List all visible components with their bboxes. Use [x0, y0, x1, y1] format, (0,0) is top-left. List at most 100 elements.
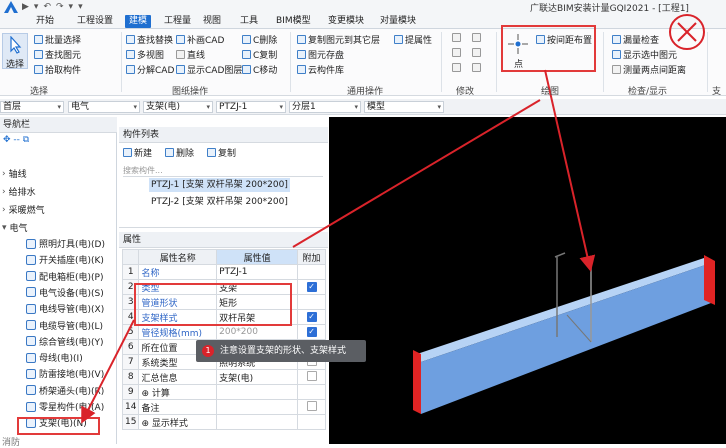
nav-item[interactable]: 防雷接地(电)(V): [26, 367, 104, 380]
property-name: 备注: [138, 399, 218, 415]
cad-tool-a0[interactable]: 查找替换: [126, 33, 173, 46]
quick-access-item[interactable]: ▾: [69, 2, 74, 12]
cad-tool-c0[interactable]: C删除: [242, 33, 277, 46]
close-circle-icon[interactable]: [669, 14, 705, 50]
property-row[interactable]: 5 管径规格(mm) 200*200 ✓: [121, 324, 326, 340]
select-button[interactable]: 选择: [2, 33, 28, 70]
nav-item[interactable]: 综合管线(电)(Y): [26, 335, 104, 348]
common-tool-a0[interactable]: 复制图元到其它层: [297, 33, 380, 46]
quick-access-item[interactable]: ↷: [56, 2, 64, 12]
component-item[interactable]: PTZJ-2 [支架 双杆吊架 200*200]: [149, 195, 290, 209]
dropdown-4[interactable]: 分层1 ▾: [289, 101, 361, 113]
component-toolbar-btn[interactable]: 复制: [207, 146, 236, 159]
component-item[interactable]: PTZJ-1 [支架 双杆吊架 200*200]: [149, 178, 290, 192]
nav-item[interactable]: 电气设备(电)(S): [26, 286, 104, 299]
dropdown-5[interactable]: 模型 ▾: [364, 101, 444, 113]
property-value[interactable]: PTZJ-1: [216, 264, 299, 280]
cad-tool-a2[interactable]: 分解CAD: [126, 63, 174, 76]
property-row[interactable]: 8 汇总信息 支架(电): [121, 369, 326, 385]
property-row[interactable]: 1 名称 PTZJ-1: [121, 264, 326, 280]
viewport-3d[interactable]: [329, 117, 726, 444]
cad-tool-c1[interactable]: C复制: [242, 48, 277, 61]
modify-tool-icon[interactable]: [452, 33, 461, 42]
common-tool-a2[interactable]: 云构件库: [297, 63, 344, 76]
nav-item[interactable]: 零星构件(电)(A): [26, 400, 104, 413]
quick-access-item[interactable]: ▶: [22, 2, 29, 12]
nav-tree-node[interactable]: › 轴线: [2, 167, 27, 181]
property-extra: [297, 369, 326, 385]
common-tool-a1[interactable]: 图元存盘: [297, 48, 344, 61]
chevron-right-icon: ›: [2, 186, 6, 197]
common-tool-b0[interactable]: 提属性: [394, 33, 432, 46]
dropdown-0[interactable]: 首层 ▾: [0, 101, 64, 113]
property-value[interactable]: [216, 414, 299, 430]
modify-tool-icon[interactable]: [472, 48, 481, 57]
tab-3[interactable]: 工程量: [164, 15, 191, 28]
quick-access-item[interactable]: ↶: [43, 2, 51, 12]
chevron-down-icon: ▾: [437, 103, 441, 111]
cad-tool-b1[interactable]: 直线: [176, 48, 205, 61]
select-tool-1[interactable]: 查找图元: [34, 48, 81, 61]
row-number: 9: [121, 384, 140, 400]
modify-tool-icon[interactable]: [452, 48, 461, 57]
dropdown-3[interactable]: PTZJ-1 ▾: [216, 101, 286, 113]
tab-6[interactable]: BIM模型: [276, 15, 311, 28]
select-tool-0[interactable]: 批量选择: [34, 33, 81, 46]
nav-item[interactable]: 照明灯具(电)(D): [26, 237, 105, 250]
chevron-down-icon: ▾: [279, 103, 283, 111]
check-tool-2[interactable]: 测量两点间距离: [612, 63, 686, 76]
nav-tree-node[interactable]: ▾ 电气: [2, 221, 28, 235]
property-value[interactable]: [216, 384, 299, 400]
property-value[interactable]: 支架(电): [216, 369, 299, 385]
cad-tool-b0[interactable]: 补画CAD: [176, 33, 224, 46]
property-row[interactable]: 14 备注: [121, 399, 326, 415]
nav-item[interactable]: 电缆导管(电)(L): [26, 319, 103, 332]
check-tool-1[interactable]: 显示选中图元: [612, 48, 677, 61]
modify-tool-icon[interactable]: [472, 33, 481, 42]
quick-access-item[interactable]: ▾: [34, 2, 39, 12]
common-tool-b0-icon: [394, 34, 403, 44]
tab-1[interactable]: 工程设置: [77, 15, 113, 28]
nav-footer[interactable]: 消防: [2, 435, 20, 448]
window-title: 广联达BIM安装计量GQI2021 - [工程1]: [530, 4, 689, 14]
tab-5[interactable]: 工具: [240, 15, 258, 28]
checkbox-icon[interactable]: [306, 370, 317, 381]
quick-access-toolbar[interactable]: ▶ ▾ ↶ ↷ ▾ ▾: [22, 0, 83, 14]
nav-tree-node[interactable]: › 给排水: [2, 185, 36, 199]
checkbox-checked-icon[interactable]: ✓: [306, 282, 317, 292]
modify-tool-icon[interactable]: [452, 63, 461, 72]
tab-4[interactable]: 视图: [203, 15, 221, 28]
nav-item[interactable]: 桥架通头(电)(R): [26, 384, 104, 397]
tab-2[interactable]: 建模: [125, 15, 152, 28]
cad-tool-b2[interactable]: 显示CAD图层: [176, 63, 242, 76]
component-search-input[interactable]: 搜索构件...: [123, 165, 323, 176]
component-toolbar-btn[interactable]: 新建: [123, 146, 152, 159]
component-toolbar-btn[interactable]: 删除: [165, 146, 194, 159]
dropdown-1[interactable]: 电气 ▾: [68, 101, 140, 113]
modify-tool-icon[interactable]: [472, 63, 481, 72]
nav-item-icon: [26, 385, 36, 396]
dropdown-2[interactable]: 支架(电) ▾: [143, 101, 213, 113]
cad-tool-c2[interactable]: C移动: [242, 63, 277, 76]
nav-item[interactable]: 开关插座(电)(K): [26, 253, 104, 266]
tab-7[interactable]: 变更模块: [328, 15, 364, 28]
checkbox-checked-icon[interactable]: ✓: [306, 327, 317, 337]
nav-item[interactable]: 电线导管(电)(X): [26, 302, 104, 315]
nav-item[interactable]: 母线(电)(I): [26, 351, 83, 364]
property-value[interactable]: 200*200: [216, 324, 299, 340]
tab-8[interactable]: 对量模块: [380, 15, 416, 28]
nav-item[interactable]: 配电箱柜(电)(P): [26, 270, 103, 283]
property-row[interactable]: 9 ⊕ 计算: [121, 384, 326, 400]
checkbox-checked-icon[interactable]: ✓: [306, 312, 317, 322]
cad-tool-a1[interactable]: 多视图: [126, 48, 164, 61]
check-tool-0[interactable]: 漏量检查: [612, 33, 659, 46]
select-tool-2[interactable]: 拾取构件: [34, 63, 81, 76]
nav-item-icon: [26, 401, 36, 412]
quick-access-item[interactable]: ▾: [78, 2, 83, 12]
property-value[interactable]: [216, 399, 299, 415]
nav-toolbar[interactable]: ✥ ‑‑ ⧉: [0, 134, 117, 148]
nav-tree-node[interactable]: › 采暖燃气: [2, 203, 45, 217]
property-row[interactable]: 15 ⊕ 显示样式: [121, 414, 326, 430]
checkbox-icon[interactable]: [306, 400, 317, 411]
tab-0[interactable]: 开始: [36, 15, 54, 28]
